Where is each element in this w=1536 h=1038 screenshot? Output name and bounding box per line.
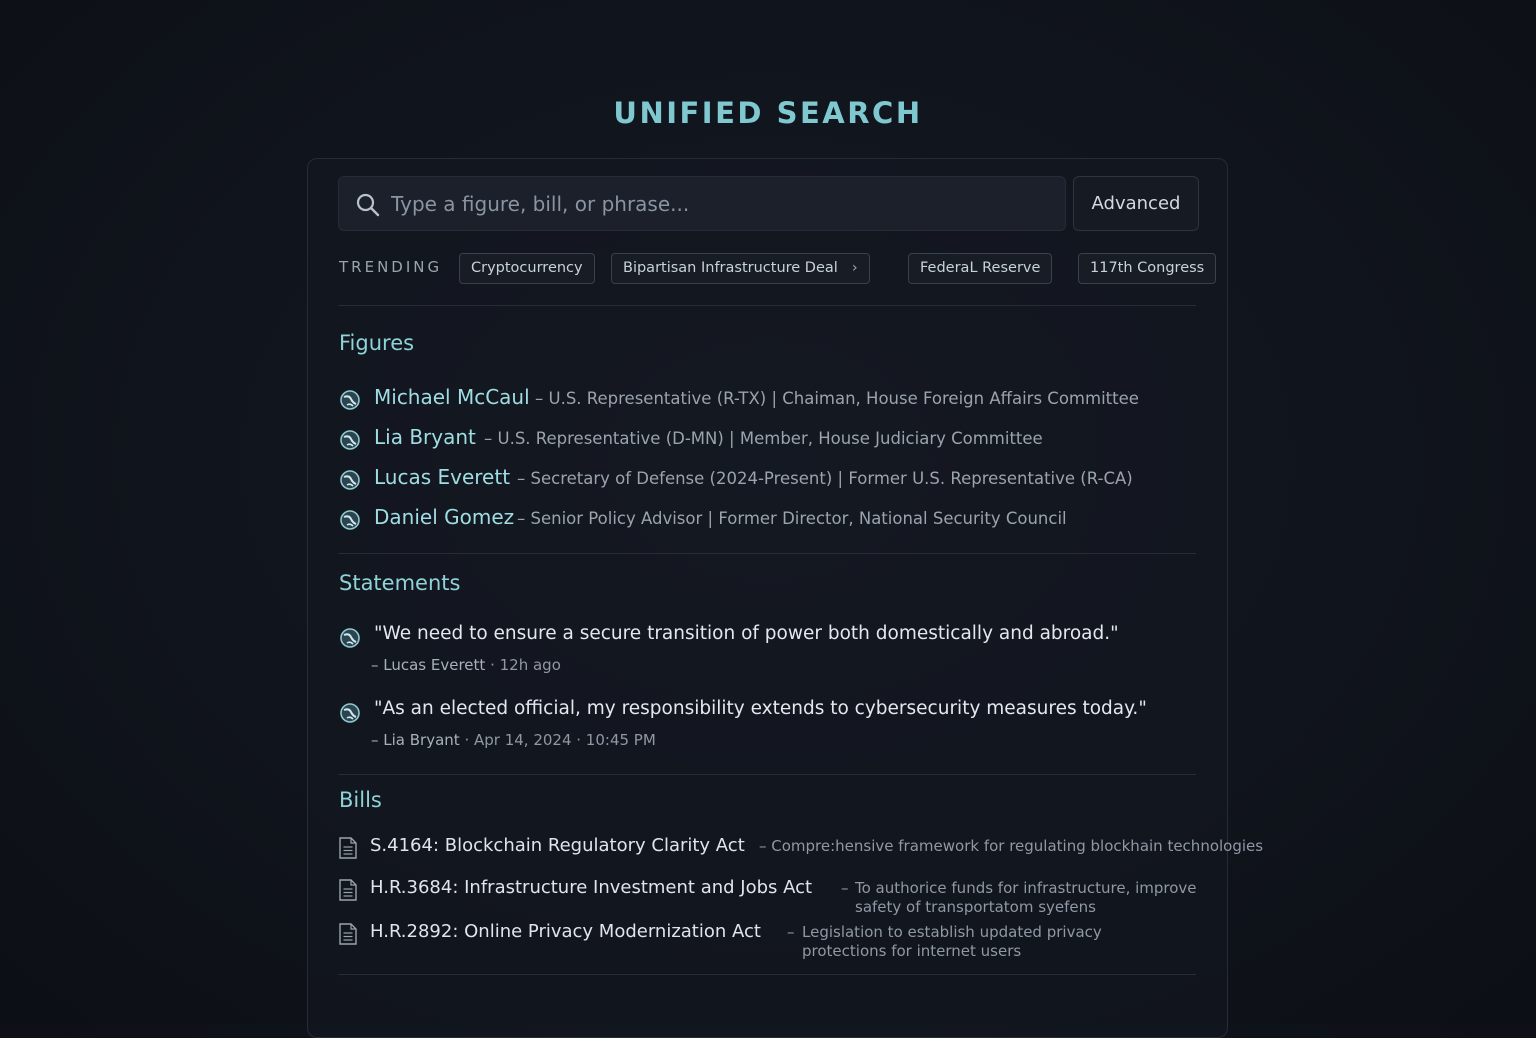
chip-label: Bipartisan Infrastructure Deal (623, 260, 838, 276)
bill-title[interactable]: H.R.2892: Online Privacy Modernization A… (370, 921, 761, 942)
document-icon (339, 923, 357, 945)
bill-description-dash: – (841, 879, 849, 897)
divider (338, 974, 1196, 975)
globe-icon (340, 510, 360, 530)
bill-description-line: To authorice funds for infrastructure, i… (855, 879, 1197, 897)
statement-meta: – Lia Bryant · Apr 14, 2024 · 10:45 PM (371, 731, 656, 749)
page-title: UNIFIED SEARCH (613, 96, 923, 130)
bill-description-line: safety of transportatom syefens (855, 898, 1096, 916)
statement-time: · 12h ago (490, 656, 561, 674)
statement-meta: – Lucas Everett · 12h ago (371, 656, 561, 674)
figure-description: – Secretary of Defense (2024-Present) | … (517, 469, 1133, 488)
trending-chip-federal-reserve[interactable]: FederaL Reserve (908, 253, 1053, 284)
divider (338, 553, 1196, 554)
figure-description: – Senior Policy Advisor | Former Directo… (517, 509, 1067, 528)
figure-name[interactable]: Daniel Gomez (374, 505, 514, 529)
divider (338, 774, 1196, 775)
trending-chip-infrastructure[interactable]: Bipartisan Infrastructure Deal › (611, 253, 870, 284)
search-input[interactable] (391, 177, 1051, 230)
globe-icon (340, 390, 360, 410)
search-panel: Advanced TRENDING Cryptocurrency Biparti… (307, 158, 1263, 1038)
statement-author[interactable]: – Lucas Everett (371, 656, 485, 674)
figure-name[interactable]: Lucas Everett (374, 465, 510, 489)
figures-heading: Figures (339, 331, 415, 355)
document-icon (339, 879, 357, 901)
statement-quote[interactable]: "We need to ensure a secure transition o… (374, 623, 1119, 644)
document-icon (339, 837, 357, 859)
bills-heading: Bills (339, 788, 382, 812)
trending-chip-117th-congress[interactable]: 117th Congress (1078, 253, 1217, 284)
statement-author[interactable]: – Lia Bryant (371, 731, 460, 749)
globe-icon (340, 628, 360, 648)
search-box[interactable] (338, 176, 1066, 231)
chip-label: 117th Congress (1090, 260, 1205, 276)
bill-title[interactable]: H.R.3684: Infrastructure Investment and … (370, 877, 812, 898)
statement-quote[interactable]: "As an elected official, my responsibili… (374, 698, 1147, 719)
figure-name[interactable]: Lia Bryant (374, 425, 476, 449)
trending-chip-cryptocurrency[interactable]: Cryptocurrency (459, 253, 595, 284)
bill-description: To authorice funds for infrastructure, i… (855, 879, 1197, 917)
statements-heading: Statements (339, 571, 461, 595)
bill-description: Legislation to establish updated privacy… (802, 923, 1102, 961)
globe-icon (340, 430, 360, 450)
statement-time: · Apr 14, 2024 · 10:45 PM (464, 731, 656, 749)
bill-description-line: Legislation to establish updated privacy (802, 923, 1102, 941)
divider (338, 305, 1196, 306)
bill-title[interactable]: S.4164: Blockchain Regulatory Clarity Ac… (370, 835, 745, 856)
figure-description: – U.S. Representative (D-MN) | Member, H… (484, 429, 1043, 448)
chip-label: Cryptocurrency (471, 260, 583, 276)
globe-icon (340, 470, 360, 490)
globe-icon (340, 703, 360, 723)
bill-description-dash: – (787, 923, 795, 941)
chevron-right-icon: › (851, 260, 858, 276)
bill-description-line: protections for internet users (802, 942, 1022, 960)
search-icon (356, 193, 380, 217)
trending-label: TRENDING (339, 258, 443, 276)
figure-description: – U.S. Representative (R-TX) | Chaiman, … (535, 389, 1139, 408)
figure-name[interactable]: Michael McCaul (374, 385, 530, 409)
advanced-button[interactable]: Advanced (1073, 176, 1199, 231)
chip-label: FederaL Reserve (920, 260, 1041, 276)
bill-description: – Compre:hensive framework for regulatin… (759, 837, 1264, 855)
